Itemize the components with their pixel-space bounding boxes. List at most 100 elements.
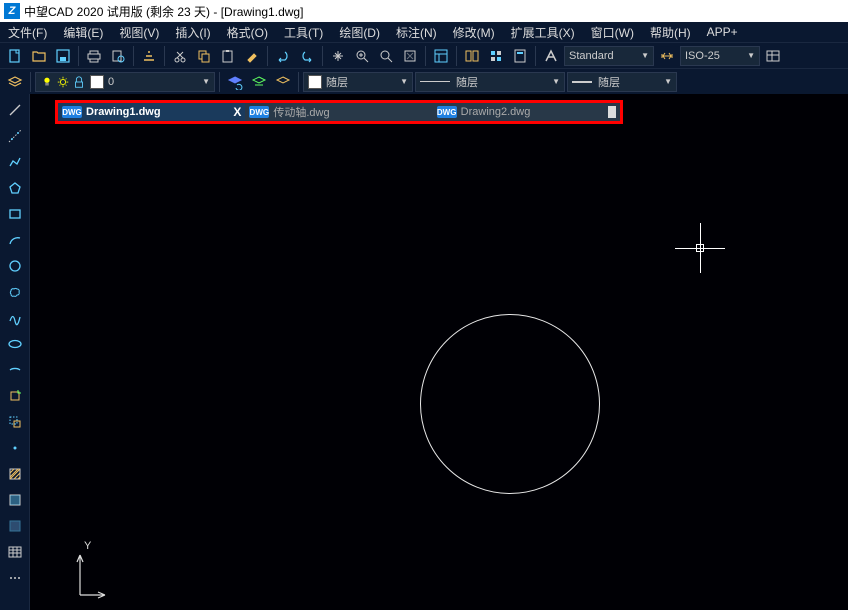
- menu-bar: 文件(F) 编辑(E) 视图(V) 插入(I) 格式(O) 工具(T) 绘图(D…: [0, 22, 848, 42]
- layer-props-button[interactable]: [4, 71, 26, 93]
- drawing-area[interactable]: Y: [30, 94, 848, 610]
- lw-preview: [572, 81, 592, 83]
- linetype-dropdown[interactable]: 随层 ▼: [415, 72, 565, 92]
- ellipse-tool[interactable]: [3, 332, 27, 356]
- dim-style-dropdown[interactable]: ISO-25 ▼: [680, 46, 760, 66]
- spline-tool[interactable]: [3, 306, 27, 330]
- zoom-realtime-button[interactable]: [375, 45, 397, 67]
- chevron-down-icon: ▼: [641, 51, 649, 60]
- line-tool[interactable]: [3, 98, 27, 122]
- linetype-preview: [420, 81, 450, 82]
- menu-help[interactable]: 帮助(H): [646, 24, 695, 41]
- document-tab-bar: DWG Drawing1.dwg X DWG 传动轴.dwg DWG Drawi…: [55, 100, 623, 124]
- properties-button[interactable]: [430, 45, 452, 67]
- ellipse-arc-tool[interactable]: [3, 358, 27, 382]
- ucs-icon: Y: [70, 540, 110, 600]
- copy-button[interactable]: [193, 45, 215, 67]
- menu-edit[interactable]: 编辑(E): [59, 24, 107, 41]
- rectangle-tool[interactable]: [3, 202, 27, 226]
- layer-iso-button[interactable]: [272, 71, 294, 93]
- color-dropdown[interactable]: 随层 ▼: [303, 72, 413, 92]
- arc-tool[interactable]: [3, 228, 27, 252]
- toolbar-standard: Standard ▼ ISO-25 ▼: [0, 42, 848, 68]
- menu-modify[interactable]: 修改(M): [449, 24, 499, 41]
- dim-style-icon[interactable]: [656, 45, 678, 67]
- dwg-icon: DWG: [249, 106, 269, 118]
- new-file-button[interactable]: [4, 45, 26, 67]
- doc-tab-drawing2[interactable]: DWG Drawing2.dwg: [433, 103, 620, 121]
- make-block-tool[interactable]: [3, 410, 27, 434]
- insert-block-tool[interactable]: [3, 384, 27, 408]
- polyline-tool[interactable]: [3, 150, 27, 174]
- pan-button[interactable]: [327, 45, 349, 67]
- undo-button[interactable]: [272, 45, 294, 67]
- print-preview-button[interactable]: [107, 45, 129, 67]
- sun-icon: [56, 75, 70, 89]
- menu-app[interactable]: APP+: [703, 25, 742, 39]
- save-file-button[interactable]: [52, 45, 74, 67]
- close-icon[interactable]: X: [233, 105, 241, 119]
- circle-tool[interactable]: [3, 254, 27, 278]
- circle-entity[interactable]: [420, 314, 600, 494]
- tool-palettes-button[interactable]: [485, 45, 507, 67]
- lineweight-value: 随层: [598, 74, 620, 90]
- dwg-icon: DWG: [62, 106, 82, 118]
- tab-label: Drawing1.dwg: [86, 106, 161, 118]
- publish-button[interactable]: [138, 45, 160, 67]
- menu-window[interactable]: 窗口(W): [587, 24, 638, 41]
- table-style-button[interactable]: [762, 45, 784, 67]
- layer-prev-button[interactable]: [224, 71, 246, 93]
- hatch-tool[interactable]: [3, 462, 27, 486]
- revcloud-tool[interactable]: [3, 280, 27, 304]
- lock-icon: [72, 75, 86, 89]
- text-style-value: Standard: [569, 50, 614, 62]
- text-style-dropdown[interactable]: Standard ▼: [564, 46, 654, 66]
- doc-tab-drawing1[interactable]: DWG Drawing1.dwg X: [58, 103, 245, 121]
- tab-indicator: [608, 106, 616, 118]
- polygon-tool[interactable]: [3, 176, 27, 200]
- cut-button[interactable]: [169, 45, 191, 67]
- layer-dropdown[interactable]: 0 ▼: [35, 72, 215, 92]
- zoom-window-button[interactable]: [351, 45, 373, 67]
- menu-dim[interactable]: 标注(N): [392, 24, 441, 41]
- paste-button[interactable]: [217, 45, 239, 67]
- menu-tools[interactable]: 工具(T): [280, 24, 327, 41]
- title-text: 中望CAD 2020 试用版 (剩余 23 天) - [Drawing1.dwg…: [24, 3, 303, 20]
- title-bar: Z 中望CAD 2020 试用版 (剩余 23 天) - [Drawing1.d…: [0, 0, 848, 22]
- design-center-button[interactable]: [461, 45, 483, 67]
- layer-state-button[interactable]: [248, 71, 270, 93]
- construction-line-tool[interactable]: [3, 124, 27, 148]
- match-props-button[interactable]: [241, 45, 263, 67]
- menu-view[interactable]: 视图(V): [115, 24, 163, 41]
- ucs-y-label: Y: [84, 540, 91, 552]
- zoom-extents-button[interactable]: [399, 45, 421, 67]
- doc-tab-chuandong[interactable]: DWG 传动轴.dwg: [245, 103, 432, 121]
- app-icon: Z: [4, 3, 20, 19]
- tab-label: Drawing2.dwg: [461, 106, 531, 118]
- bulb-icon: [40, 75, 54, 89]
- chevron-down-icon: ▼: [747, 51, 755, 60]
- color-swatch: [308, 75, 322, 89]
- layer-name: 0: [108, 76, 114, 88]
- chevron-down-icon: ▼: [664, 77, 672, 86]
- redo-button[interactable]: [296, 45, 318, 67]
- menu-draw[interactable]: 绘图(D): [335, 24, 384, 41]
- toolbar-layers: 0 ▼ 随层 ▼ 随层 ▼ 随层 ▼: [0, 68, 848, 94]
- more-tools[interactable]: [3, 566, 27, 590]
- linetype-value: 随层: [456, 74, 478, 90]
- gradient-tool[interactable]: [3, 488, 27, 512]
- calculator-button[interactable]: [509, 45, 531, 67]
- menu-format[interactable]: 格式(O): [223, 24, 272, 41]
- open-file-button[interactable]: [28, 45, 50, 67]
- style-icon[interactable]: [540, 45, 562, 67]
- region-tool[interactable]: [3, 514, 27, 538]
- lineweight-dropdown[interactable]: 随层 ▼: [567, 72, 677, 92]
- menu-ext[interactable]: 扩展工具(X): [507, 24, 579, 41]
- chevron-down-icon: ▼: [202, 77, 210, 86]
- point-tool[interactable]: [3, 436, 27, 460]
- print-button[interactable]: [83, 45, 105, 67]
- menu-file[interactable]: 文件(F): [4, 24, 51, 41]
- menu-insert[interactable]: 插入(I): [171, 24, 214, 41]
- dwg-icon: DWG: [437, 106, 457, 118]
- table-tool[interactable]: [3, 540, 27, 564]
